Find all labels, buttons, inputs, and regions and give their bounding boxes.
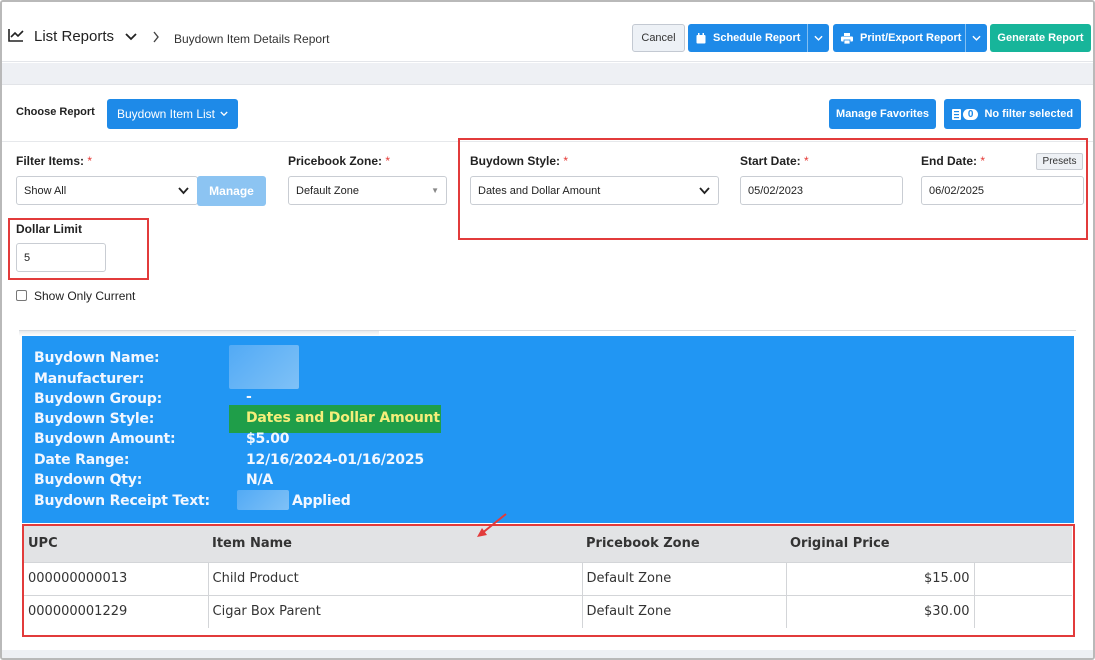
buydown-amount-value: $5.00 (246, 431, 290, 447)
generate-report-button[interactable]: Generate Report (990, 24, 1091, 52)
schedule-dropdown-toggle[interactable] (807, 24, 829, 52)
schedule-report-button[interactable]: Schedule Report (688, 24, 829, 52)
print-dropdown-toggle[interactable] (965, 24, 987, 52)
schedule-label: Schedule Report (713, 32, 801, 44)
filter-list-icon (951, 108, 961, 120)
print-label: Print/Export Report (860, 32, 962, 44)
filter-items-value: Show All (24, 184, 67, 197)
buydown-qty-value: N/A (246, 472, 274, 488)
calendar-icon (696, 32, 706, 43)
generate-label: Generate Report (997, 32, 1084, 44)
manage-favorites-button[interactable]: Manage Favorites (829, 99, 936, 129)
filter-items-label: Filter Items: * (16, 154, 92, 168)
buydown-group-value: - (246, 389, 252, 405)
pricebook-zone-value: Default Zone (296, 184, 359, 197)
required-mark: * (87, 154, 93, 168)
app-frame: List Reports Buydown Item Details Report… (0, 0, 1095, 660)
receipt-text-label: Buydown Receipt Text: (34, 493, 210, 509)
required-mark: * (385, 154, 391, 168)
redacted-area (237, 490, 289, 510)
cancel-button[interactable]: Cancel (632, 24, 685, 52)
chevron-down-icon (972, 35, 981, 41)
list-reports-menu[interactable]: List Reports (34, 28, 114, 45)
annotation-arrow-icon (477, 513, 507, 537)
manufacturer-label: Manufacturer: (34, 371, 145, 387)
show-only-current-label[interactable]: Show Only Current (34, 289, 135, 303)
manage-label: Manage (209, 184, 254, 198)
buydown-group-label: Buydown Group: (34, 391, 162, 407)
annotation-highlight-box (8, 218, 149, 280)
breadcrumb-current: Buydown Item Details Report (174, 32, 330, 46)
report-select-label: Buydown Item List (116, 107, 216, 121)
buydown-style-label: Buydown Style: (34, 411, 155, 427)
print-export-button[interactable]: Print/Export Report (833, 24, 987, 52)
chevron-down-icon (178, 187, 189, 195)
show-only-current-checkbox[interactable] (16, 290, 27, 301)
buydown-qty-label: Buydown Qty: (34, 472, 143, 488)
redacted-area (229, 345, 299, 389)
pricebook-zone-select[interactable]: Default Zone ▼ (288, 176, 447, 205)
manage-favorites-label: Manage Favorites (836, 108, 929, 120)
footer-strip (2, 650, 1093, 658)
pricebook-zone-label-text: Pricebook Zone: (288, 154, 383, 168)
top-bar: List Reports Buydown Item Details Report… (2, 2, 1093, 62)
printer-icon (841, 32, 853, 44)
filter-status-button[interactable]: 0 No filter selected (944, 99, 1081, 129)
caret-down-icon: ▼ (431, 186, 439, 195)
chevron-down-icon (220, 111, 228, 117)
buydown-summary-panel: Buydown Name: Manufacturer: Buydown Grou… (22, 336, 1074, 523)
buydown-name-label: Buydown Name: (34, 350, 160, 366)
filter-items-label-text: Filter Items: (16, 154, 85, 168)
manage-filter-button[interactable]: Manage (197, 176, 266, 206)
chevron-down-icon[interactable] (125, 32, 137, 42)
filter-items-select[interactable]: Show All (16, 176, 198, 205)
cancel-label: Cancel (641, 32, 676, 44)
pricebook-zone-label: Pricebook Zone: * (288, 154, 390, 168)
line-chart-icon (8, 29, 24, 42)
buydown-style-value: Dates and Dollar Amount (246, 410, 440, 426)
choose-report-label: Choose Report (16, 106, 95, 118)
chevron-right-icon (153, 31, 159, 43)
buydown-amount-label: Buydown Amount: (34, 431, 176, 447)
annotation-highlight-box (458, 138, 1088, 240)
receipt-text-value: Applied (292, 493, 351, 509)
chevron-down-icon (814, 35, 823, 41)
date-range-value: 12/16/2024-01/16/2025 (246, 452, 424, 468)
header-divider (2, 63, 1093, 85)
annotation-highlight-box (22, 524, 1075, 637)
report-select-button[interactable]: Buydown Item List (107, 99, 238, 129)
date-range-label: Date Range: (34, 452, 130, 468)
filter-count-badge: 0 (962, 108, 979, 120)
filter-status-text: No filter selected (984, 108, 1074, 120)
